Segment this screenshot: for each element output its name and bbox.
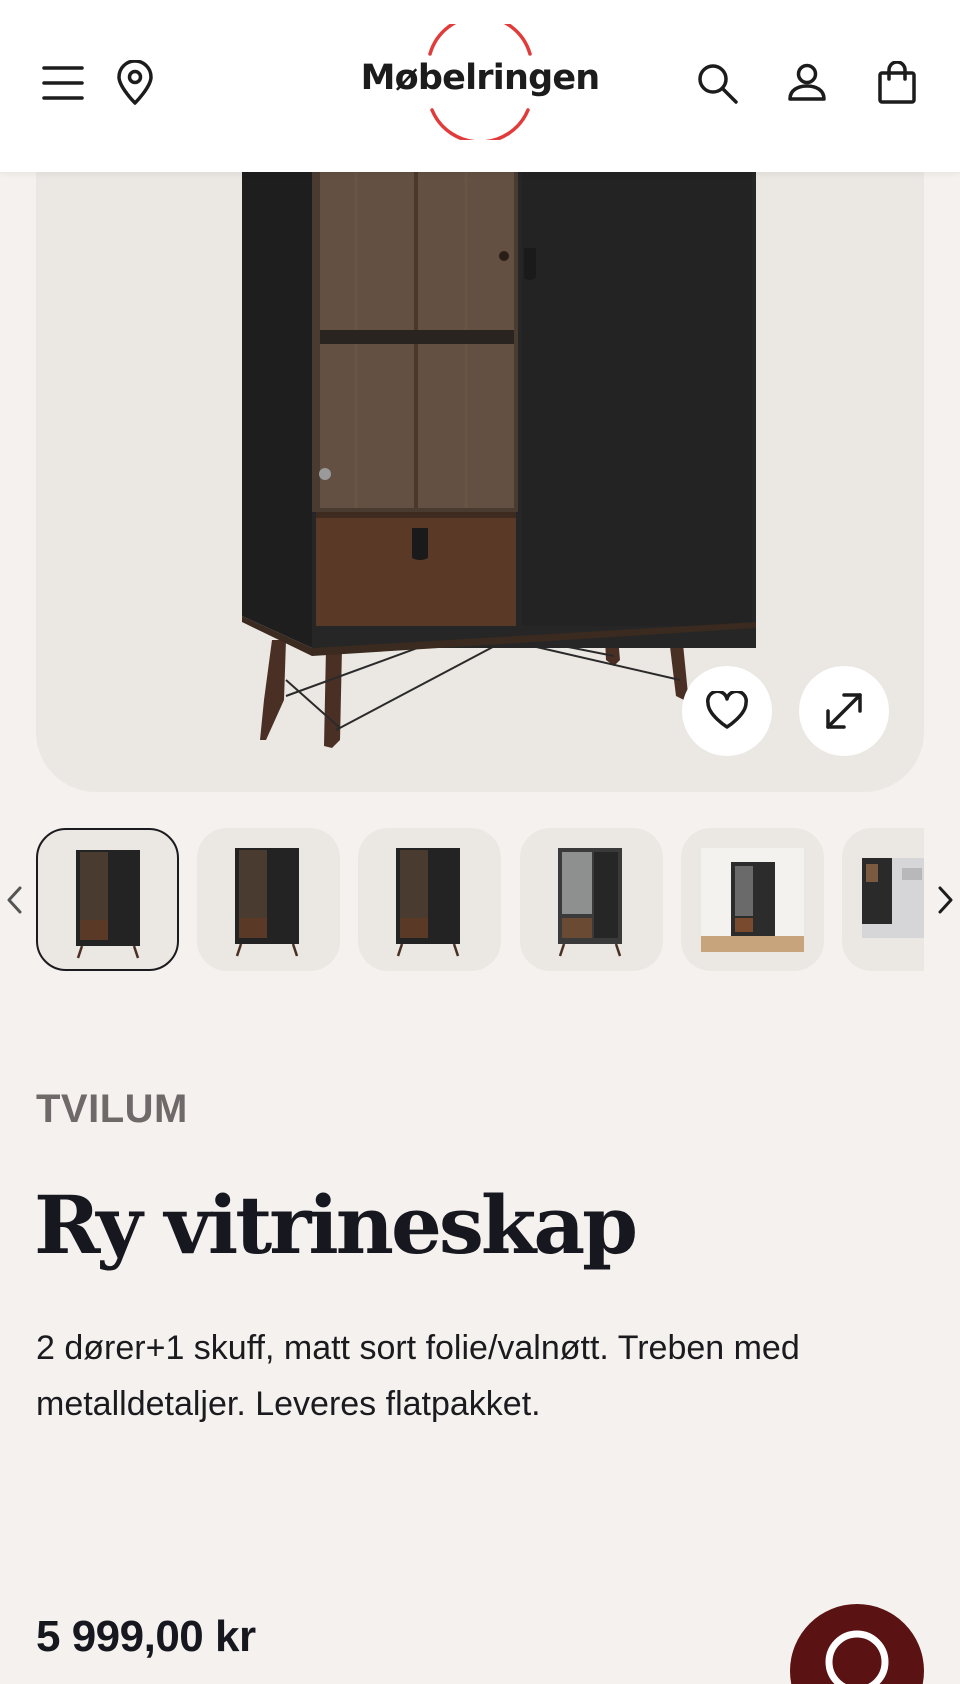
product-main-image[interactable] — [36, 100, 924, 792]
expand-icon — [826, 693, 862, 729]
logo-text: Møbelringen — [360, 58, 601, 98]
thumbnail-2[interactable] — [197, 828, 340, 971]
thumbnail-prev-button[interactable] — [0, 880, 30, 920]
favorite-button[interactable] — [682, 666, 772, 756]
thumbnail-1[interactable] — [36, 828, 179, 971]
thumbnail-5[interactable] — [681, 828, 824, 971]
thumbnail-image — [76, 850, 140, 959]
cabinet-illustration — [242, 172, 756, 748]
thumbnail-image — [235, 848, 299, 957]
search-icon — [698, 64, 738, 104]
cart-button[interactable] — [862, 48, 932, 118]
fullscreen-button[interactable] — [799, 666, 889, 756]
account-button[interactable] — [772, 48, 842, 118]
site-logo[interactable]: Møbelringen — [355, 24, 605, 140]
thumbnail-next-button[interactable] — [930, 880, 960, 920]
product-description: 2 dører+1 skuff, matt sort folie/valnøtt… — [36, 1329, 800, 1423]
chevron-left-icon — [7, 886, 22, 914]
user-icon — [788, 63, 826, 101]
thumbnail-image — [701, 848, 804, 952]
chevron-right-icon — [938, 886, 953, 914]
chat-icon — [825, 1630, 889, 1684]
thumbnail-image — [396, 848, 460, 957]
search-button[interactable] — [682, 48, 752, 118]
product-price: 5 999,00 kr — [36, 1612, 256, 1661]
menu-button[interactable] — [28, 48, 98, 118]
thumbnail-strip — [36, 828, 924, 972]
store-locator-button[interactable] — [100, 48, 170, 118]
thumbnail-image — [862, 858, 924, 938]
product-brand[interactable]: TVILUM — [36, 1087, 188, 1132]
thumbnail-4[interactable] — [520, 828, 663, 971]
thumbnail-3[interactable] — [358, 828, 501, 971]
shopping-bag-icon — [878, 61, 916, 104]
site-header: Møbelringen — [0, 0, 960, 172]
product-title: Ry vitrineskap — [34, 1178, 638, 1272]
menu-icon — [42, 66, 84, 100]
thumbnail-6[interactable] — [842, 828, 924, 971]
thumbnail-image — [558, 848, 622, 957]
heart-icon — [706, 691, 748, 729]
chat-button[interactable] — [790, 1604, 924, 1684]
location-pin-icon — [117, 60, 153, 105]
